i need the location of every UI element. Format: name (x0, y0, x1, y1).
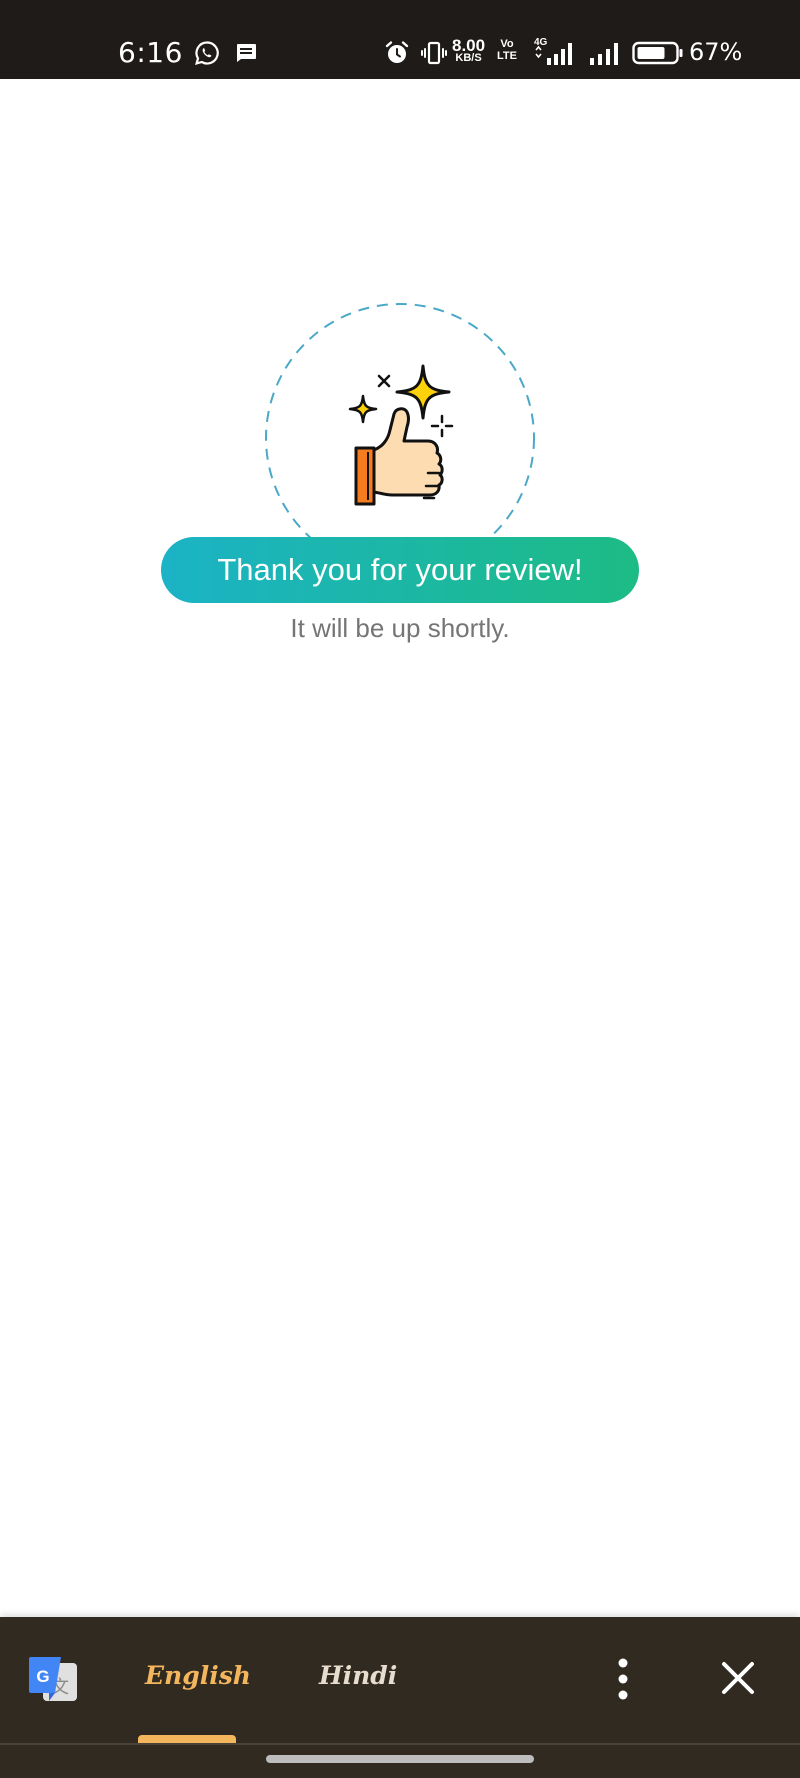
alarm-icon (385, 41, 409, 63)
more-vert-icon[interactable] (603, 1653, 643, 1705)
translate-bar: 文 G English Hindi (0, 1617, 800, 1778)
status-bar: 6:16 8.00 KB/S Vo LTE 4G 67% (0, 0, 800, 79)
selected-tab-indicator (138, 1735, 236, 1743)
whatsapp-icon (195, 41, 219, 65)
divider (0, 1743, 800, 1745)
thumbs-up-sparkles-icon (265, 303, 535, 573)
tab-english[interactable]: English (145, 1661, 251, 1690)
home-indicator[interactable] (266, 1755, 534, 1763)
tab-hindi[interactable]: Hindi (319, 1661, 397, 1690)
network-speed: 8.00 KB/S (452, 36, 486, 64)
subtitle-text: It will be up shortly. (290, 613, 510, 643)
volte-indicator: Vo LTE (497, 38, 517, 62)
close-icon[interactable] (716, 1655, 760, 1701)
status-time: 6:16 (118, 36, 183, 69)
battery-icon (632, 41, 683, 65)
signal-icon (535, 43, 572, 65)
message-icon (237, 44, 256, 62)
svg-text:G: G (36, 1667, 49, 1686)
vibrate-icon (421, 41, 447, 65)
google-translate-icon[interactable]: 文 G (27, 1653, 79, 1705)
thank-you-banner: Thank you for your review! (161, 537, 639, 603)
signal-icon (590, 43, 618, 65)
battery-percent: 67% (689, 38, 743, 66)
